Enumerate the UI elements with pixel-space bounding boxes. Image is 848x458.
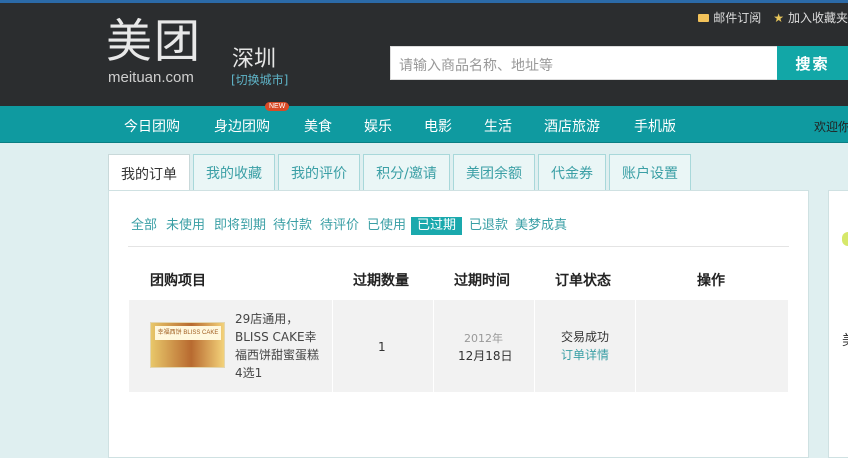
star-icon: ★: [773, 10, 784, 25]
header-deal-item: 团购项目: [150, 273, 206, 289]
nav-item-life[interactable]: 生活: [484, 116, 512, 136]
header-actions: 操作: [697, 273, 725, 289]
logo-domain-text: meituan.com: [108, 69, 194, 86]
filter-unused[interactable]: 未使用: [166, 217, 205, 235]
add-favorite-link[interactable]: ★ 加入收藏夹: [773, 9, 848, 26]
deal-title-link[interactable]: 29店通用，BLISS CAKE幸福西饼甜蜜蛋糕4选1: [235, 310, 321, 382]
order-detail-link[interactable]: 订单详情: [561, 346, 609, 363]
side-panel: [828, 190, 848, 458]
top-links: 邮件订阅 ★ 加入收藏夹: [698, 9, 848, 26]
filter-expiring[interactable]: 即将到期: [214, 217, 266, 235]
order-status: 交易成功: [561, 330, 610, 344]
cell-separator: [332, 300, 333, 392]
cell-separator: [534, 300, 535, 392]
site-header: 美团 meituan.com 深圳 [切换城市] 邮件订阅 ★ 加入收藏夹 请输…: [0, 0, 848, 106]
switch-city-link[interactable]: [切换城市]: [231, 71, 288, 88]
welcome-text: 欢迎你: [814, 120, 848, 134]
tab-my-reviews[interactable]: 我的评价: [278, 154, 360, 190]
deal-thumbnail-label: 幸福西饼 BLISS CAKE: [155, 326, 221, 340]
search-input[interactable]: 请输入商品名称、地址等: [390, 46, 778, 80]
cell-separator: [635, 300, 636, 392]
header-expired-quantity: 过期数量: [353, 273, 409, 289]
tab-my-orders[interactable]: 我的订单: [108, 154, 190, 192]
expired-quantity: 1: [378, 340, 386, 354]
side-panel-text: 美: [842, 330, 848, 350]
new-badge: NEW: [265, 102, 290, 111]
meituan-logo[interactable]: 美团 meituan.com: [106, 15, 226, 95]
current-city: 深圳: [232, 47, 277, 72]
add-favorite-label: 加入收藏夹: [787, 11, 848, 25]
filter-dream-come-true[interactable]: 美梦成真: [515, 217, 567, 235]
expired-year: 2012年: [464, 332, 503, 345]
filter-divider: [128, 246, 789, 247]
filter-used[interactable]: 已使用: [367, 217, 406, 235]
tab-balance[interactable]: 美团余额: [453, 154, 535, 190]
nav-item-entertainment[interactable]: 娱乐: [364, 116, 392, 136]
nav-item-nearby-deals[interactable]: 身边团购: [214, 116, 270, 136]
cell-separator: [433, 300, 434, 392]
logo-chinese-text: 美团: [106, 14, 202, 68]
mail-subscribe-label: 邮件订阅: [713, 11, 762, 25]
nav-item-today-deals[interactable]: 今日团购: [124, 116, 180, 136]
filter-all[interactable]: 全部: [131, 217, 157, 235]
expired-date: 12月18日: [458, 349, 513, 363]
tab-my-favorites[interactable]: 我的收藏: [193, 154, 275, 190]
search-button[interactable]: 搜索: [777, 46, 848, 80]
mail-subscribe-link[interactable]: 邮件订阅: [698, 9, 761, 26]
tab-vouchers[interactable]: 代金券: [538, 154, 606, 190]
nav-item-mobile[interactable]: 手机版: [634, 116, 676, 136]
side-banner-edge: [842, 232, 848, 246]
deal-thumbnail[interactable]: 幸福西饼 BLISS CAKE: [150, 322, 225, 368]
filter-refunded[interactable]: 已退款: [469, 217, 508, 235]
tab-account-settings[interactable]: 账户设置: [609, 154, 691, 190]
header-order-status: 订单状态: [555, 273, 611, 289]
filter-to-review[interactable]: 待评价: [320, 217, 359, 235]
nav-item-hotel-travel[interactable]: 酒店旅游: [544, 116, 600, 136]
nav-item-food[interactable]: 美食: [304, 116, 332, 136]
mail-icon: [698, 13, 710, 22]
filter-expired[interactable]: 已过期: [411, 217, 463, 235]
filter-unpaid[interactable]: 待付款: [273, 217, 312, 235]
main-nav: 今日团购 身边团购 NEW 美食 娱乐 电影 生活 酒店旅游 手机版 欢迎你: [0, 102, 848, 143]
table-row: [129, 300, 788, 392]
nav-item-movies[interactable]: 电影: [424, 116, 452, 136]
header-expired-time: 过期时间: [454, 273, 510, 289]
tab-points-invite[interactable]: 积分/邀请: [363, 154, 450, 190]
